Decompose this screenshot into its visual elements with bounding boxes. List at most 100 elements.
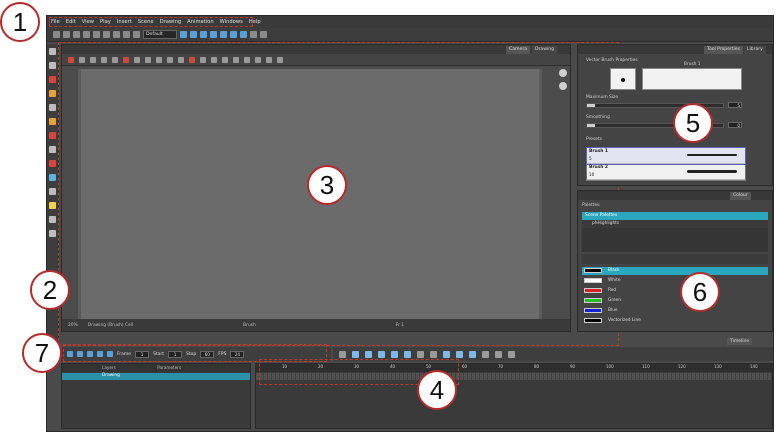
palette-list-area [582,228,768,252]
swatch-vectorized-line[interactable]: Vectorized Line [582,317,768,325]
cut-icon[interactable] [113,31,120,38]
ruler-tick: 100 [606,364,614,369]
open-icon[interactable] [63,31,70,38]
copy-icon[interactable] [123,31,130,38]
stop-motion-keyframe-icon[interactable] [469,350,476,358]
palette-item[interactable]: phHighlights [582,220,768,228]
brush-preset-item[interactable]: Brush 1 5 [586,147,746,165]
grid-icon[interactable] [250,31,257,38]
brush-preset-list: Brush 1 5 Brush 2 10 [586,147,746,181]
layers-header: Layers Parameters [62,364,250,372]
text-tool-icon[interactable] [49,104,56,111]
swatch-chip [584,278,602,283]
presets-label[interactable]: Presets [586,137,602,142]
pencil-tool-icon[interactable] [49,90,56,97]
paint-tool-icon[interactable] [49,132,56,139]
insert-frame-icon[interactable] [482,350,489,358]
swatch-toolbar [582,254,768,264]
add-drawing-layer-icon[interactable] [352,350,359,358]
colour-panel: Colour Palettes Scene Palettes phHighlig… [577,190,773,332]
swatch-chip [584,318,602,323]
layer-row[interactable]: Drawing [62,373,250,380]
ruler-tick: 110 [642,364,650,369]
tool-properties-tab-bar: Tool Properties Library [578,45,772,54]
tab-timeline[interactable]: Timeline [727,338,753,345]
timeline-layers-pane: Layers Parameters Drawing [61,363,251,429]
onion-skin-toggle-icon[interactable] [339,350,346,358]
pivot-icon[interactable] [230,31,237,38]
swatch-chip [584,288,602,293]
brush-preset-item[interactable]: Brush 2 10 [587,164,745,180]
hand-icon[interactable] [260,31,267,38]
camera-icon[interactable] [180,31,187,38]
callout-1: 1 [0,2,40,42]
add-group-icon[interactable] [391,350,398,358]
layers-header-label: Layers [102,365,116,370]
max-size-field[interactable]: 5 [728,102,742,108]
add-peg-icon[interactable] [378,350,385,358]
tab-library[interactable]: Library [744,46,766,54]
smoothing-label: Smoothing [586,115,610,120]
undo-icon[interactable] [93,31,100,38]
scale-icon[interactable] [210,31,217,38]
swatch-white[interactable]: White [582,277,768,285]
brush-tool-icon[interactable] [49,76,56,83]
brush-preset-name: Brush 2 [589,165,608,170]
eraser-tool-icon[interactable] [49,118,56,125]
dropper-tool-icon[interactable] [49,160,56,167]
brush-stroke-sample [687,154,737,156]
rotate-icon[interactable] [200,31,207,38]
parameters-header-label: Parameters [157,365,182,370]
palettes-label[interactable]: Palettes [582,203,600,208]
ruler-tick: 60 [462,364,468,369]
tab-colour[interactable]: Colour [730,192,751,200]
zoom-tool-icon[interactable] [49,230,56,237]
menu-bar-highlight [49,17,253,27]
swatch-label: Vectorized Line [608,318,641,323]
swatch-red[interactable]: Red [582,287,768,295]
contour-editor-icon[interactable] [49,62,56,69]
add-color-card-icon[interactable] [365,350,372,358]
swatch-label: White [608,278,621,283]
transform-tool-icon[interactable] [49,202,56,209]
swatch-label: Black [608,268,620,273]
file-toolbar: Default [47,28,773,42]
brush-stroke-sample [687,170,737,173]
remove-keyframe-icon[interactable] [456,350,463,358]
swatch-green[interactable]: Green [582,297,768,305]
ruler-tick: 120 [678,364,686,369]
callout-7: 7 [22,333,62,373]
new-icon[interactable] [53,31,60,38]
tab-tool-properties[interactable]: Tool Properties [704,46,743,54]
paste-icon[interactable] [133,31,140,38]
transform-icon[interactable] [190,31,197,38]
swatch-label: Red [608,288,617,293]
delete-frame-icon[interactable] [495,350,502,358]
bone-icon[interactable] [240,31,247,38]
swatch-chip [584,298,602,303]
line-tool-icon[interactable] [49,146,56,153]
stamp-tool-icon[interactable] [49,188,56,195]
callout-5: 5 [673,103,713,143]
zoom-timeline-icon[interactable] [508,350,515,358]
ellipse-tool-icon[interactable] [49,174,56,181]
brush-tip-preview[interactable] [610,68,636,90]
delete-layer-icon[interactable] [404,350,411,358]
redo-icon[interactable] [103,31,110,38]
select-tool-icon[interactable] [49,48,56,55]
smoothing-field[interactable]: 0 [728,122,742,128]
save-icon[interactable] [73,31,80,38]
add-keyframe-icon[interactable] [443,350,450,358]
callout-4: 4 [417,370,457,410]
skew-icon[interactable] [220,31,227,38]
scene-palettes-header[interactable]: Scene Palettes [582,212,768,220]
max-size-label: Maximum Size [586,95,619,100]
swatch-blue[interactable]: Blue [582,307,768,315]
workspace-preset-select[interactable]: Default [143,30,177,39]
cutter-tool-icon[interactable] [49,216,56,223]
next-keyframe-icon[interactable] [430,350,437,358]
scene-icon[interactable] [83,31,90,38]
swatch-black[interactable]: Black [582,267,768,275]
colour-tab-bar: Colour [578,191,772,200]
previous-keyframe-icon[interactable] [417,350,424,358]
